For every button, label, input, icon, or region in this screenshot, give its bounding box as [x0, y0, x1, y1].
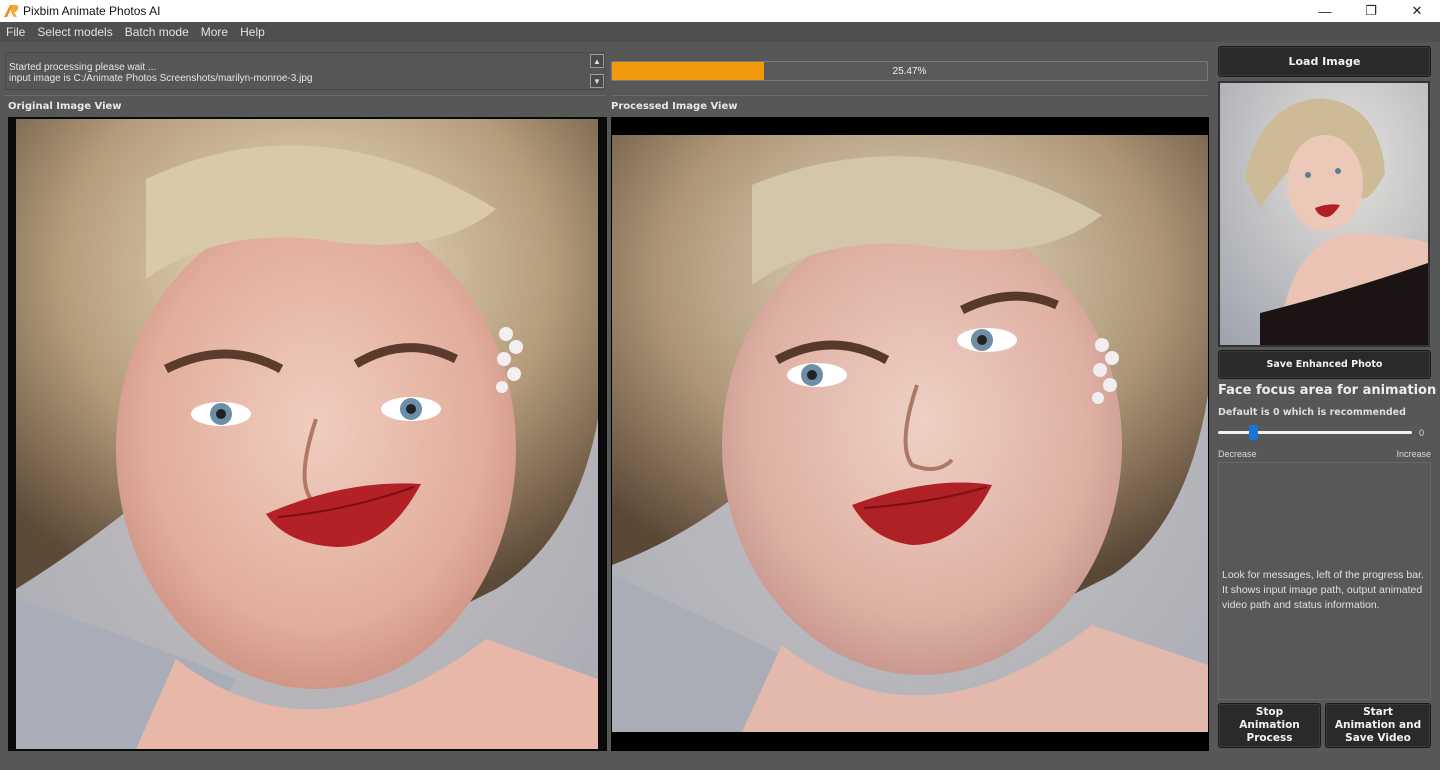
menu-more[interactable]: More [201, 25, 228, 39]
menu-help[interactable]: Help [240, 25, 265, 39]
progress-bar: 25.47% [611, 61, 1208, 81]
progress-label: 25.47% [892, 65, 927, 77]
thumbnail-photo [1220, 83, 1428, 345]
log-line: input image is C:/Animate Photos Screens… [9, 73, 313, 84]
face-focus-hint: Default is 0 which is recommended [1218, 407, 1406, 418]
close-button[interactable]: ✕ [1394, 0, 1440, 22]
start-animation-button[interactable]: Start Animation and Save Video [1325, 703, 1431, 748]
app-logo-icon [3, 4, 19, 18]
original-photo [16, 119, 598, 749]
original-image-view [8, 117, 607, 751]
info-panel: Look for messages, left of the progress … [1218, 462, 1431, 700]
maximize-button[interactable]: ❐ [1348, 0, 1394, 22]
slider-value: 0 [1419, 428, 1425, 438]
processed-view-label: Processed Image View [611, 101, 738, 112]
window-title: Pixbim Animate Photos AI [23, 4, 161, 18]
menu-select-models[interactable]: Select models [37, 25, 112, 39]
processed-image-view [611, 117, 1209, 751]
face-focus-title: Face focus area for animation [1218, 383, 1437, 398]
original-view-label: Original Image View [8, 101, 122, 112]
divider [611, 95, 1208, 96]
load-image-button[interactable]: Load Image [1218, 46, 1431, 77]
log-line: ... [9, 84, 18, 90]
menu-batch-mode[interactable]: Batch mode [125, 25, 189, 39]
save-enhanced-photo-button[interactable]: Save Enhanced Photo [1218, 350, 1431, 379]
scroll-up-icon[interactable]: ▲ [590, 54, 604, 68]
scroll-down-icon[interactable]: ▼ [590, 74, 604, 88]
slider-min-label: Decrease [1218, 449, 1257, 459]
slider-max-label: Increase [1396, 449, 1431, 459]
slider-handle[interactable] [1248, 425, 1258, 440]
status-log[interactable]: Started processing please wait ... input… [5, 52, 605, 90]
menu-bar: File Select models Batch mode More Help [0, 22, 1440, 42]
divider [5, 95, 605, 96]
info-text: Look for messages, left of the progress … [1222, 569, 1424, 611]
processed-photo [612, 135, 1208, 732]
menu-file[interactable]: File [6, 25, 25, 39]
face-focus-slider[interactable] [1218, 431, 1412, 434]
title-bar: Pixbim Animate Photos AI — ❐ ✕ [0, 0, 1440, 22]
thumbnail-preview [1218, 81, 1430, 347]
stop-animation-button[interactable]: Stop Animation Process [1218, 703, 1321, 748]
log-line: Started processing please wait ... [9, 62, 157, 73]
minimize-button[interactable]: — [1302, 0, 1348, 22]
